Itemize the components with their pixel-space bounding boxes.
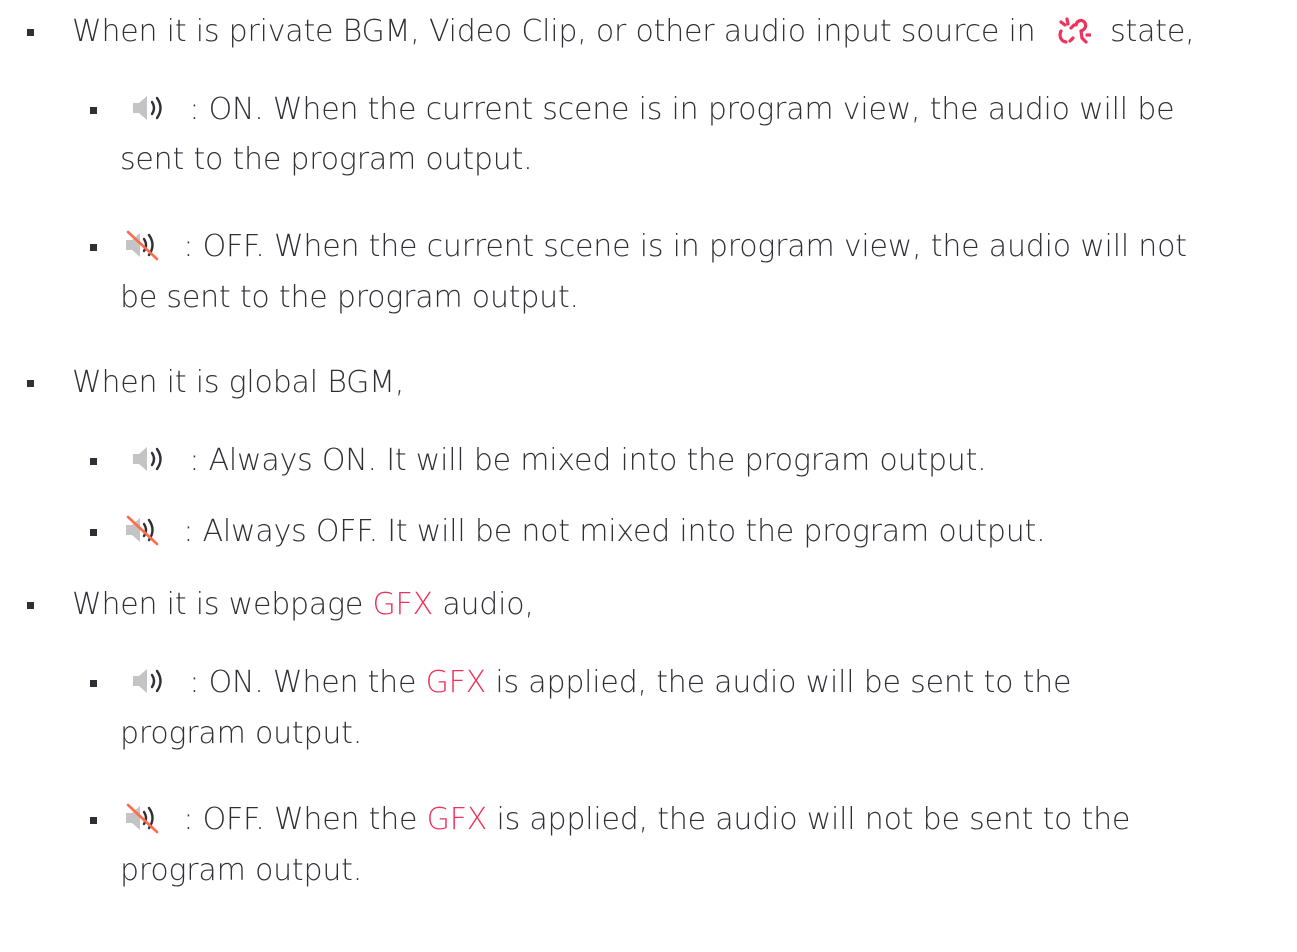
speaker-on-icon [130, 93, 166, 123]
gfx-highlight: GFX [425, 665, 487, 700]
item-text: : OFF. When the [183, 802, 418, 837]
item-text-continuation: program output. [120, 853, 363, 888]
bullet-marker [90, 529, 97, 536]
speaker-on-icon [130, 444, 166, 474]
item-text: : Always OFF. It will be not mixed into … [183, 514, 1046, 549]
bullet-marker [90, 458, 97, 465]
item-text: : OFF. When the current scene is in prog… [183, 229, 1187, 264]
item-text: : Always ON. It will be mixed into the p… [189, 443, 987, 478]
item-text: When it is global BGM, [72, 365, 405, 400]
item-text: : ON. When the current scene is in progr… [189, 92, 1175, 127]
bullet-marker [90, 107, 97, 114]
item-text: : ON. When the [189, 665, 417, 700]
item-text: is applied, the audio will not be sent t… [496, 802, 1131, 837]
gfx-highlight: GFX [372, 587, 434, 622]
item-text: When it is webpage [72, 587, 364, 622]
item-text: When it is private BGM, Video Clip, or o… [72, 14, 1036, 49]
bullet-marker [27, 602, 34, 609]
speaker-muted-icon [122, 802, 162, 834]
speaker-on-icon [130, 666, 166, 696]
item-text-continuation: program output. [120, 716, 363, 751]
bullet-marker [27, 29, 34, 36]
item-text-suffix: state, [1110, 14, 1195, 49]
broken-link-icon [1057, 15, 1091, 45]
bullet-marker [27, 380, 34, 387]
item-text: is applied, the audio will be sent to th… [495, 665, 1072, 700]
item-text: audio, [442, 587, 534, 622]
bullet-marker [90, 680, 97, 687]
bullet-marker [90, 244, 97, 251]
bullet-marker [90, 817, 97, 824]
gfx-highlight: GFX [426, 802, 488, 837]
item-text-continuation: sent to the program output. [120, 142, 533, 177]
speaker-muted-icon [122, 514, 162, 546]
speaker-muted-icon [122, 229, 162, 261]
item-text-continuation: be sent to the program output. [120, 280, 579, 315]
